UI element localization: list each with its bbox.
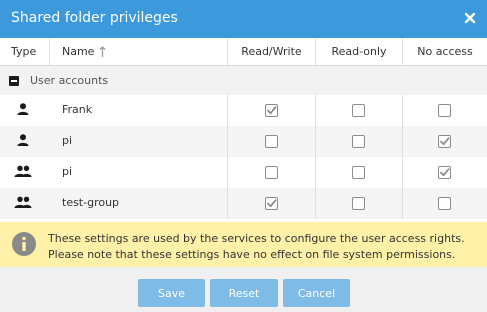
column-header-read-write[interactable]: Read/Write [227, 38, 315, 65]
row-name: test-group [62, 196, 120, 209]
reset-button[interactable]: Reset [210, 279, 278, 307]
read-write-checkbox[interactable] [265, 135, 278, 148]
group-label: User accounts [30, 74, 109, 87]
dialog-titlebar: Shared folder privileges [0, 0, 487, 38]
row-name: pi [62, 165, 73, 178]
sort-ascending-icon [99, 45, 106, 58]
no-access-checkbox[interactable] [438, 104, 451, 117]
row-name: pi [62, 134, 73, 147]
info-box: These settings are used by the services … [0, 222, 487, 267]
read-write-checkbox[interactable] [265, 104, 278, 117]
table-header: Type Name Read/Write Read-only No access [0, 38, 487, 66]
info-text: These settings are used by the services … [48, 231, 465, 263]
group-icon [14, 165, 32, 180]
read-only-checkbox[interactable] [352, 197, 365, 210]
user-icon [16, 103, 30, 118]
table-row[interactable]: pi [0, 157, 487, 188]
no-access-checkbox[interactable] [438, 166, 451, 179]
read-only-checkbox[interactable] [352, 135, 365, 148]
cancel-button[interactable]: Cancel [283, 279, 350, 307]
group-icon [14, 196, 32, 211]
group-row-user-accounts[interactable]: User accounts [0, 66, 487, 95]
column-header-no-access[interactable]: No access [402, 38, 487, 65]
info-line-1: These settings are used by the services … [48, 232, 465, 245]
read-write-checkbox[interactable] [265, 166, 278, 179]
table-row[interactable]: Frank [0, 95, 487, 126]
no-access-checkbox[interactable] [438, 197, 451, 210]
no-access-checkbox[interactable] [438, 135, 451, 148]
close-icon[interactable] [463, 10, 477, 26]
info-line-2: Please note that these settings have no … [48, 248, 456, 261]
column-header-type[interactable]: Type [0, 38, 49, 65]
dialog-footer: Save Reset Cancel [0, 267, 487, 312]
save-button[interactable]: Save [138, 279, 205, 307]
row-name: Frank [62, 103, 93, 116]
shared-folder-privileges-dialog: Shared folder privileges Type Name Read/… [0, 0, 487, 312]
column-header-read-only[interactable]: Read-only [315, 38, 402, 65]
table-row[interactable]: pi [0, 126, 487, 157]
dialog-title: Shared folder privileges [11, 10, 178, 26]
collapse-icon[interactable] [9, 76, 19, 86]
read-only-checkbox[interactable] [352, 104, 365, 117]
info-icon [11, 231, 37, 260]
read-only-checkbox[interactable] [352, 166, 365, 179]
read-write-checkbox[interactable] [265, 197, 278, 210]
user-icon [16, 134, 30, 149]
table-row[interactable]: test-group [0, 188, 487, 219]
column-header-name[interactable]: Name [49, 38, 227, 65]
